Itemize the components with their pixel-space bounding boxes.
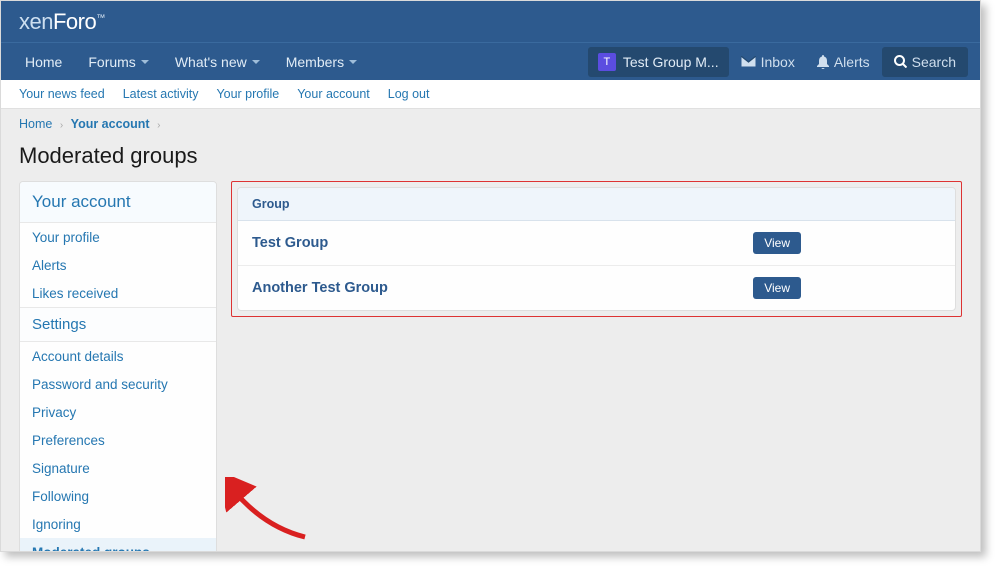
subnav-profile[interactable]: Your profile — [216, 87, 279, 101]
avatar: T — [598, 53, 616, 71]
main-layout: Your account Your profile Alerts Likes r… — [1, 181, 980, 552]
sidebar-item-following[interactable]: Following — [20, 482, 216, 510]
chevron-down-icon — [252, 60, 260, 64]
view-button[interactable]: View — [753, 277, 801, 299]
sidebar-item-privacy[interactable]: Privacy — [20, 398, 216, 426]
highlight-annotation: Group Test Group View Another Test Group… — [231, 181, 962, 317]
nav-whatsnew[interactable]: What's new — [163, 45, 272, 79]
sub-nav: Your news feed Latest activity Your prof… — [1, 80, 980, 109]
sidebar-item-preferences[interactable]: Preferences — [20, 426, 216, 454]
groups-table: Group Test Group View Another Test Group… — [237, 187, 956, 311]
breadcrumb-account[interactable]: Your account — [71, 117, 150, 131]
group-link[interactable]: Test Group — [252, 235, 328, 251]
sidebar-item-alerts[interactable]: Alerts — [20, 251, 216, 279]
sidebar-block: Your account Your profile Alerts Likes r… — [19, 181, 217, 552]
chevron-down-icon — [349, 60, 357, 64]
subnav-logout[interactable]: Log out — [388, 87, 430, 101]
sidebar-item-moderated-groups[interactable]: Moderated groups — [20, 538, 216, 552]
breadcrumb-home[interactable]: Home — [19, 117, 52, 131]
main-content: Group Test Group View Another Test Group… — [231, 181, 962, 317]
logo-tm: ™ — [96, 12, 105, 22]
user-menu[interactable]: T Test Group M... — [588, 47, 729, 77]
logo[interactable]: xenForo™ — [19, 9, 105, 35]
nav-right: T Test Group M... Inbox Alerts Search — [588, 47, 968, 77]
table-row: Another Test Group View — [238, 266, 955, 310]
page-title: Moderated groups — [1, 139, 980, 181]
chevron-right-icon: › — [157, 120, 160, 131]
user-name: Test Group M... — [623, 54, 719, 70]
subnav-account[interactable]: Your account — [297, 87, 370, 101]
breadcrumb: Home › Your account › — [1, 109, 980, 139]
search-button[interactable]: Search — [882, 47, 968, 77]
sidebar-item-account-details[interactable]: Account details — [20, 342, 216, 370]
sidebar-item-profile[interactable]: Your profile — [20, 223, 216, 251]
chevron-down-icon — [141, 60, 149, 64]
subnav-newsfeed[interactable]: Your news feed — [19, 87, 105, 101]
sidebar-subheader-settings: Settings — [20, 307, 216, 342]
table-row: Test Group View — [238, 221, 955, 266]
inbox-button[interactable]: Inbox — [731, 47, 805, 77]
group-link[interactable]: Another Test Group — [252, 280, 388, 296]
table-header: Group — [238, 188, 955, 221]
sidebar-item-signature[interactable]: Signature — [20, 454, 216, 482]
sidebar-header: Your account — [20, 182, 216, 223]
main-nav: Home Forums What's new Members T Test Gr… — [1, 42, 980, 80]
sidebar-item-likes[interactable]: Likes received — [20, 279, 216, 307]
bell-icon — [817, 55, 829, 69]
view-button[interactable]: View — [753, 232, 801, 254]
search-icon — [894, 55, 907, 68]
subnav-latest[interactable]: Latest activity — [123, 87, 199, 101]
logo-prefix: xen — [19, 9, 53, 34]
sidebar: Your account Your profile Alerts Likes r… — [19, 181, 217, 552]
sidebar-item-ignoring[interactable]: Ignoring — [20, 510, 216, 538]
logo-suffix: Foro — [53, 9, 96, 34]
nav-left: Home Forums What's new Members — [13, 45, 369, 79]
header-top: xenForo™ — [1, 1, 980, 42]
envelope-icon — [741, 56, 756, 67]
nav-home[interactable]: Home — [13, 45, 74, 79]
alerts-button[interactable]: Alerts — [807, 47, 880, 77]
nav-forums[interactable]: Forums — [76, 45, 160, 79]
chevron-right-icon: › — [60, 120, 63, 131]
nav-members[interactable]: Members — [274, 45, 369, 79]
sidebar-item-password[interactable]: Password and security — [20, 370, 216, 398]
